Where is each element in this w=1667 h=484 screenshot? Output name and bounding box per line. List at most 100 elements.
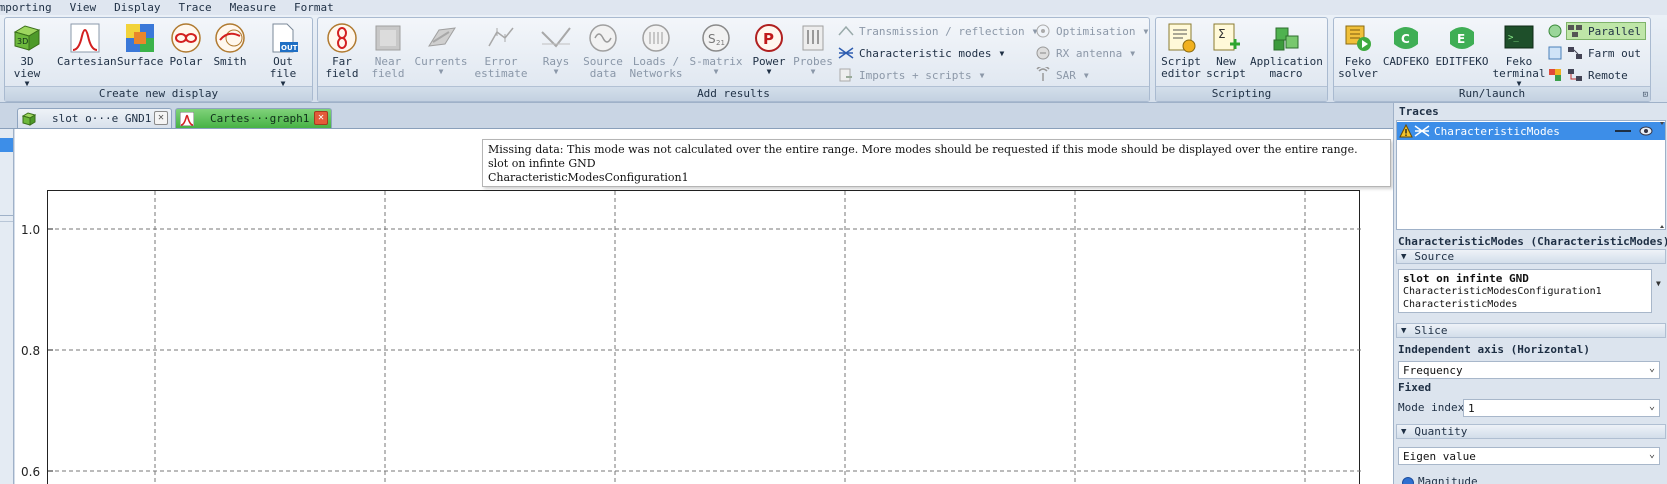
mode-index-select[interactable]: 1 ⌄ [1463, 399, 1660, 417]
close-icon[interactable]: ✕ [314, 111, 328, 125]
section-label: Source [1414, 250, 1455, 263]
run-option-icon-2[interactable] [1547, 44, 1568, 62]
source-data-button[interactable]: Source data [580, 22, 626, 80]
run-option-icon-3[interactable] [1547, 66, 1568, 84]
group-run-launch: Feko solver C CADFEKO E EDITFEKO >_ Feko… [1333, 17, 1651, 102]
application-macro-button[interactable]: Application macro [1250, 22, 1323, 80]
remote-button[interactable]: Remote [1567, 66, 1628, 84]
chevron-down-icon[interactable]: ▼ [1656, 279, 1661, 288]
3d-view-button[interactable]: 3D 3D view ▼ [9, 22, 45, 88]
out-file-icon: OUT [272, 23, 298, 53]
loads-networks-button[interactable]: Loads / Networks [628, 22, 684, 80]
s-matrix-button[interactable]: S 21 S-matrix ▼ [688, 22, 744, 76]
source-line: CharacteristicModes [1403, 299, 1518, 310]
feko-terminal-button[interactable]: >_ Feko terminal ▼ [1492, 22, 1546, 88]
eye-icon[interactable] [1639, 126, 1653, 136]
right-panel: Traces CharacteristicModes Characteristi… [1393, 103, 1667, 484]
menu-display[interactable]: Display [106, 1, 170, 14]
power-button[interactable]: P Power ▼ [748, 22, 790, 76]
chevron-down-icon: ▼ [810, 67, 816, 76]
menu-importing[interactable]: Importing [0, 1, 62, 14]
menu-view[interactable]: View [62, 1, 107, 14]
group-create-new-display: 3D 3D view ▼ Cartesian Surface Polar Smi… [4, 17, 313, 102]
tab-bar: slot o···e GND1 ✕ Cartes···graph1 ✕ [0, 103, 1393, 129]
probes-button[interactable]: Probes ▼ [792, 22, 834, 76]
farm-out-button[interactable]: Farm out [1567, 44, 1641, 62]
rays-icon [541, 27, 571, 48]
traces-list[interactable]: CharacteristicModes [1396, 120, 1666, 230]
parallel-label: Parallel [1588, 24, 1641, 38]
collapse-icon: ▼ [1401, 251, 1407, 262]
source-list[interactable]: slot on infinte GND CharacteristicModesC… [1398, 269, 1652, 313]
sar-button[interactable]: SAR ▼ [1035, 66, 1089, 84]
chevron-down-icon: ▼ [979, 70, 985, 80]
independent-axis-select[interactable]: Frequency ⌄ [1398, 361, 1660, 379]
svg-text:S: S [708, 32, 716, 46]
plot-area[interactable] [47, 190, 1361, 484]
tab-cartesian-graph[interactable]: Cartes···graph1 ✕ [175, 108, 332, 128]
tooltip-line-3: CharacteristicModesConfiguration1 [488, 171, 689, 184]
y-tick-label: 0.6 [21, 465, 41, 479]
rx-antenna-button[interactable]: RX antenna ▼ [1035, 44, 1135, 62]
run-option-icon-1[interactable] [1547, 22, 1568, 40]
new-script-button[interactable]: Σ New script [1206, 22, 1246, 80]
menu-trace[interactable]: Trace [170, 1, 221, 14]
parallel-button[interactable]: Parallel [1566, 22, 1646, 40]
currents-button[interactable]: Currents ▼ [414, 22, 468, 76]
magnitude-radio[interactable] [1402, 477, 1414, 484]
polar-label: Polar [169, 55, 203, 68]
error-estimate-label: Error estimate [474, 55, 528, 80]
chevron-down-icon: ⌄ [1648, 401, 1655, 412]
imports-scripts-button[interactable]: Imports + scripts ▼ [838, 66, 984, 84]
farm-out-label: Farm out [1588, 46, 1641, 60]
svg-text:Σ: Σ [1218, 27, 1226, 41]
script-editor-icon [1168, 23, 1196, 53]
chevron-down-icon: ▼ [438, 67, 444, 76]
section-quantity[interactable]: ▼ Quantity [1396, 424, 1666, 439]
script-editor-label: Script editor [1161, 55, 1201, 80]
smith-chart-icon [215, 23, 245, 53]
section-slice[interactable]: ▼ Slice [1396, 323, 1666, 338]
loads-networks-icon [642, 24, 670, 52]
menu-measure[interactable]: Measure [222, 1, 286, 14]
trace-line-style [1615, 130, 1631, 132]
grid-icon [1548, 46, 1562, 60]
rays-button[interactable]: Rays ▼ [536, 22, 576, 76]
script-editor-button[interactable]: Script editor [1160, 22, 1202, 80]
collapse-icon: ▼ [1401, 426, 1407, 437]
cartesian-label: Cartesian [57, 55, 117, 68]
rx-antenna-icon [1036, 46, 1050, 60]
error-estimate-button[interactable]: Error estimate [472, 22, 530, 80]
svg-text:>_: >_ [1508, 33, 1519, 43]
quantity-select[interactable]: Eigen value ⌄ [1398, 447, 1660, 465]
smith-button[interactable]: Smith [211, 22, 249, 68]
cartesian-button[interactable]: Cartesian [57, 22, 117, 68]
cadfeko-button[interactable]: C CADFEKO [1380, 22, 1432, 68]
close-icon[interactable]: ✕ [154, 111, 168, 125]
cartesian-graph-view[interactable]: 1.0 0.8 0.6 Missing data: This mode was … [15, 129, 1393, 484]
group-title: Create new display [5, 86, 312, 101]
trace-item[interactable]: CharacteristicModes [1397, 122, 1665, 140]
scrollbar[interactable] [1659, 121, 1665, 229]
puzzle-icon [1549, 69, 1561, 81]
chevron-down-icon: ⌄ [1648, 363, 1655, 374]
tooltip-line-2: slot on infinte GND [488, 157, 596, 170]
group-title: Add results [318, 86, 1149, 101]
near-field-button[interactable]: Near field [368, 22, 408, 80]
feko-solver-button[interactable]: Feko solver [1338, 22, 1378, 80]
rx-antenna-label: RX antenna [1056, 46, 1123, 60]
optimisation-button[interactable]: Optimisation ▼ [1035, 22, 1148, 40]
out-file-button[interactable]: OUT Out file ▼ [257, 22, 309, 88]
transmission-reflection-button[interactable]: Transmission / reflection ▼ [838, 22, 1037, 40]
surface-button[interactable]: Surface [117, 22, 163, 68]
menu-format[interactable]: Format [286, 1, 344, 14]
far-field-button[interactable]: Far field [322, 22, 362, 80]
characteristic-modes-button[interactable]: Characteristic modes ▼ [838, 44, 1004, 62]
dialog-launcher-icon[interactable]: ⊡ [1643, 90, 1648, 100]
section-source[interactable]: ▼ Source [1396, 249, 1666, 264]
selected-tree-item[interactable] [0, 138, 13, 152]
polar-button[interactable]: Polar [167, 22, 205, 68]
group-scripting: Script editor Σ New script Application m… [1155, 17, 1328, 102]
tab-slot-3d-view[interactable]: slot o···e GND1 ✕ [17, 108, 172, 128]
editfeko-button[interactable]: E EDITFEKO [1434, 22, 1490, 68]
